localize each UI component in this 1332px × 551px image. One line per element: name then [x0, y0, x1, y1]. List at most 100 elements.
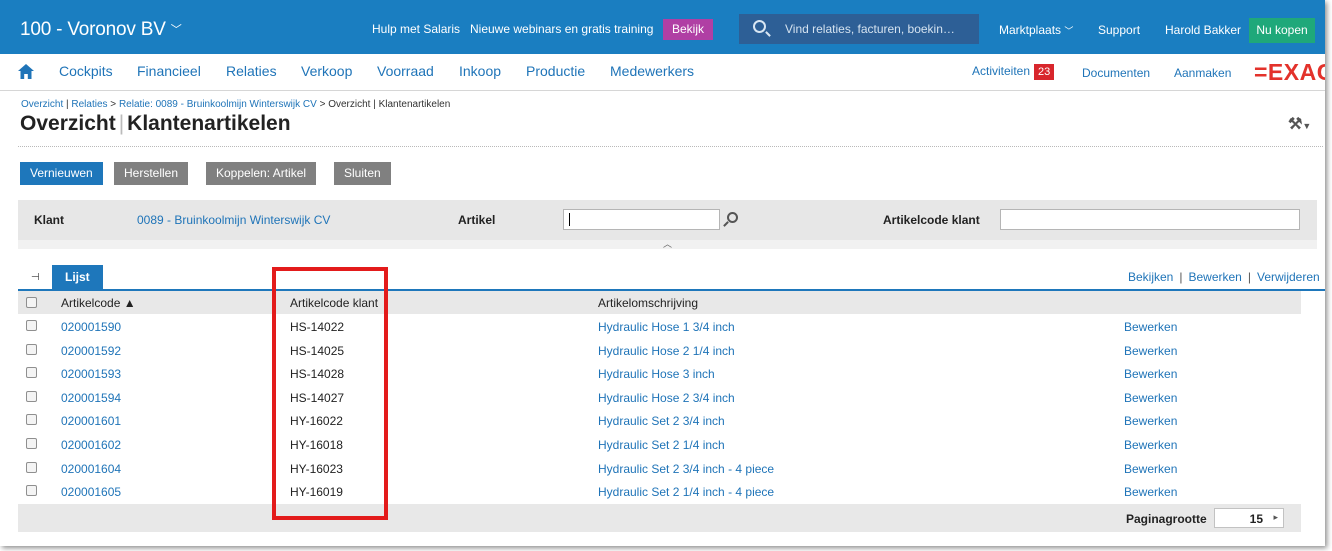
breadcrumb-relaties[interactable]: Relaties — [71, 99, 107, 110]
triangle-right-icon[interactable]: ▸ — [1273, 512, 1278, 523]
row-checkbox[interactable] — [26, 343, 37, 355]
klant-link[interactable]: 0089 - Bruinkoolmijn Winterswijk CV — [137, 213, 330, 227]
aanmaken-link[interactable]: Aanmaken — [1174, 66, 1231, 80]
row-checkbox[interactable] — [26, 367, 37, 379]
vernieuwen-button[interactable]: Vernieuwen — [20, 162, 103, 185]
table-row[interactable]: 020001593 HS-14028 Hydraulic Hose 3 inch Be… — [18, 362, 1301, 386]
company-switcher[interactable]: 100 - Voronov BV ﹀ — [20, 19, 182, 41]
nav-item-verkoop[interactable]: Verkoop — [301, 63, 352, 79]
support-link[interactable]: Support — [1098, 23, 1140, 37]
page-title: Overzicht | Klantenartikelen — [20, 112, 291, 136]
artikel-search-icon[interactable] — [727, 212, 738, 223]
bekijken-link[interactable]: Bekijken — [1128, 270, 1173, 284]
tab-lijst[interactable]: Lijst — [52, 265, 103, 289]
row-bewerken-link[interactable]: Bewerken — [1124, 414, 1177, 428]
marktplaats-menu[interactable]: Marktplaats ﹀ — [999, 23, 1073, 37]
row-checkbox[interactable] — [26, 461, 37, 473]
home-icon[interactable] — [18, 64, 34, 79]
artikelcode-link[interactable]: 020001604 — [61, 462, 121, 476]
pin-icon[interactable]: ⊣ — [31, 272, 40, 283]
table-footer: Paginagrootte 15 ▸ — [18, 504, 1301, 532]
artikelomschrijving-link[interactable]: Hydraulic Set 2 1/4 inch - 4 piece — [598, 485, 774, 499]
row-bewerken-link[interactable]: Bewerken — [1124, 320, 1177, 334]
row-checkbox[interactable] — [26, 414, 37, 426]
activiteiten-link[interactable]: Activiteiten 23 — [972, 64, 1055, 80]
app-window: 100 - Voronov BV ﹀ Hulp met Salaris Nieuw… — [0, 0, 1325, 546]
row-bewerken-link[interactable]: Bewerken — [1124, 462, 1177, 476]
table-row[interactable]: 020001590 HS-14022 Hydraulic Hose 1 3/4 in… — [18, 315, 1301, 339]
artikelcode-link[interactable]: 020001602 — [61, 438, 121, 452]
artikelomschrijving-link[interactable]: Hydraulic Hose 2 1/4 inch — [598, 344, 735, 358]
table-row[interactable]: 020001592 HS-14025 Hydraulic Hose 2 1/4 in… — [18, 338, 1301, 363]
row-bewerken-link[interactable]: Bewerken — [1124, 438, 1177, 452]
row-checkbox[interactable] — [26, 320, 37, 331]
row-bewerken-link[interactable]: Bewerken — [1124, 367, 1177, 381]
artikel-input[interactable] — [563, 209, 720, 230]
artikelomschrijving-link[interactable]: Hydraulic Set 2 3/4 inch - 4 piece — [598, 462, 774, 476]
breadcrumb-relatie[interactable]: Relatie: 0089 - Bruinkoolmijn Winterswij… — [119, 99, 317, 110]
user-menu[interactable]: Harold Bakker — [1165, 23, 1241, 37]
nav-item-inkoop[interactable]: Inkoop — [459, 63, 501, 79]
table-row[interactable]: 020001602 HY-16018 Hydraulic Set 2 1/4 inc… — [18, 433, 1301, 457]
artikelcode-klant-input[interactable] — [1000, 209, 1300, 230]
action-separator: | — [1247, 270, 1251, 284]
list-actions: Bekijken | Bewerken | Verwijderen — [1128, 270, 1320, 284]
artikelcode-link[interactable]: 020001593 — [61, 367, 121, 381]
breadcrumb-overzicht[interactable]: Overzicht — [21, 99, 63, 110]
row-checkbox[interactable] — [26, 485, 37, 497]
sluiten-button[interactable]: Sluiten — [334, 162, 391, 185]
artikelcode-link[interactable]: 020001594 — [61, 391, 121, 405]
filter-collapse-bar[interactable]: ︿ — [18, 239, 1317, 249]
koppelen-artikel-button[interactable]: Koppelen: Artikel — [206, 162, 317, 185]
activiteiten-count-badge: 23 — [1034, 64, 1055, 80]
promo-salaris-link[interactable]: Hulp met Salaris — [372, 22, 460, 36]
promo-webinar-link[interactable]: Nieuwe webinars en gratis training — [470, 22, 653, 36]
column-header-artikelcode[interactable]: Artikelcode ▲ — [61, 296, 136, 310]
page-title-part1: Overzicht — [20, 112, 116, 135]
row-bewerken-link[interactable]: Bewerken — [1124, 391, 1177, 405]
verwijderen-link[interactable]: Verwijderen — [1257, 270, 1320, 284]
exact-logo: =EXAC — [1254, 59, 1325, 85]
artikelomschrijving-link[interactable]: Hydraulic Hose 3 inch — [598, 367, 715, 381]
artikelcode-link[interactable]: 020001590 — [61, 320, 121, 334]
page-title-part2: Klantenartikelen — [127, 112, 291, 135]
bekijk-button[interactable]: Bekijk — [663, 19, 714, 40]
column-header-artikelomschrijving[interactable]: Artikelomschrijving — [598, 296, 698, 310]
table-row[interactable]: 020001594 HS-14027 Hydraulic Hose 2 3/4 in… — [18, 385, 1301, 410]
bewerken-link[interactable]: Bewerken — [1188, 270, 1241, 284]
row-checkbox[interactable] — [26, 390, 37, 402]
tools-menu[interactable]: ⚒▼ — [1288, 114, 1311, 134]
artikelomschrijving-link[interactable]: Hydraulic Hose 1 3/4 inch — [598, 320, 735, 334]
page-size-stepper[interactable]: 15 ▸ — [1214, 508, 1284, 528]
row-checkbox[interactable] — [26, 438, 37, 449]
table-row[interactable]: 020001604 HY-16023 Hydraulic Set 2 3/4 inc… — [18, 456, 1301, 481]
artikelomschrijving-link[interactable]: Hydraulic Set 2 1/4 inch — [598, 438, 725, 452]
buy-now-button[interactable]: Nu kopen — [1249, 18, 1315, 43]
tools-icon: ⚒ — [1288, 116, 1303, 133]
nav-item-voorraad[interactable]: Voorraad — [377, 63, 434, 79]
page-size-label: Paginagrootte — [1126, 512, 1207, 526]
nav-item-productie[interactable]: Productie — [526, 63, 585, 79]
artikel-label: Artikel — [458, 213, 496, 227]
global-search-input[interactable]: Vind relaties, facturen, boekin… — [739, 14, 979, 44]
artikelcode-link[interactable]: 020001605 — [61, 485, 121, 499]
artikelcode-link[interactable]: 020001592 — [61, 344, 121, 358]
nav-item-cockpits[interactable]: Cockpits — [59, 63, 113, 79]
nav-item-medewerkers[interactable]: Medewerkers — [610, 63, 694, 79]
top-bar: 100 - Voronov BV ﹀ Hulp met Salaris Nieuw… — [0, 0, 1325, 54]
artikelomschrijving-link[interactable]: Hydraulic Set 2 3/4 inch — [598, 414, 725, 428]
row-bewerken-link[interactable]: Bewerken — [1124, 485, 1177, 499]
table-row[interactable]: 020001605 HY-16019 Hydraulic Set 2 1/4 inc… — [18, 480, 1301, 504]
artikelomschrijving-link[interactable]: Hydraulic Hose 2 3/4 inch — [598, 391, 735, 405]
select-all-checkbox[interactable] — [26, 297, 37, 308]
artikelcode-link[interactable]: 020001601 — [61, 414, 121, 428]
company-name: 100 - Voronov BV — [20, 19, 166, 40]
nav-item-financieel[interactable]: Financieel — [137, 63, 201, 79]
documenten-link[interactable]: Documenten — [1082, 66, 1150, 80]
table-row[interactable]: 020001601 HY-16022 Hydraulic Set 2 3/4 inc… — [18, 409, 1301, 433]
row-bewerken-link[interactable]: Bewerken — [1124, 344, 1177, 358]
marktplaats-label: Marktplaats — [999, 23, 1062, 37]
nav-item-relaties[interactable]: Relaties — [226, 63, 277, 79]
herstellen-button[interactable]: Herstellen — [114, 162, 189, 185]
search-placeholder: Vind relaties, facturen, boekin… — [785, 22, 955, 36]
